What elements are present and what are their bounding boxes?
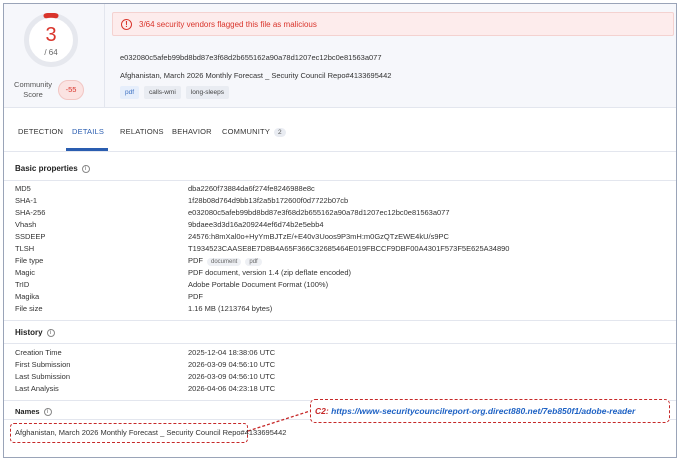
property-value: PDF (188, 292, 203, 301)
property-value: dba2260f73884da6f274fe8246988e8c (188, 184, 315, 193)
history-value: 2026-03-09 04:56:10 UTC (188, 372, 276, 381)
section-divider (4, 320, 676, 321)
history-key: Last Analysis (15, 384, 59, 393)
tab-detection[interactable]: DETECTION (18, 127, 63, 136)
virustotal-report-frame: 3 / 64 Community Score -55 ! 3/64 securi… (3, 3, 677, 458)
community-score-label: Community Score (14, 80, 52, 99)
alert-icon: ! (121, 19, 132, 30)
property-key: SSDEEP (15, 232, 46, 241)
basic-properties-title: Basic properties (15, 164, 78, 173)
tab-community[interactable]: COMMUNITY 2 (222, 127, 286, 137)
property-value: e032080c5afeb99bd8bd87e3f68d2b655162a90a… (188, 208, 450, 217)
history-row: Last Analysis 2026-04-06 04:23:18 UTC (4, 384, 676, 395)
names-title: Names (15, 407, 40, 416)
file-type-tag-pdf[interactable]: pdf (245, 258, 262, 266)
property-key: TLSH (15, 244, 35, 253)
c2-label: C2: (315, 406, 329, 416)
history-value: 2026-04-06 04:23:18 UTC (188, 384, 276, 393)
property-row: TrID Adobe Portable Document Format (100%… (4, 280, 676, 291)
file-hash: e032080c5afeb99bd8bd87e3f68d2b655162a90a… (120, 53, 382, 62)
history-title: History (15, 328, 43, 337)
community-count-badge: 2 (274, 128, 286, 137)
property-row: TLSH T1934523CAASE8E7D8B4A65F366C32685464… (4, 244, 676, 255)
property-value: PDF document, version 1.4 (zip deflate e… (188, 268, 352, 277)
section-divider (4, 343, 676, 344)
community-score-badge[interactable]: -55 (58, 80, 84, 100)
file-summary-header: 3 / 64 Community Score -55 ! 3/64 securi… (4, 4, 676, 108)
history-row: First Submission 2026-03-09 04:56:10 UTC (4, 360, 676, 371)
property-key: Magika (15, 292, 40, 301)
property-key: TrID (15, 280, 30, 289)
property-key: File type (15, 256, 44, 265)
property-row: SHA-256 e032080c5afeb99bd8bd87e3f68d2b655… (4, 208, 676, 219)
file-tags: pdf calls-wmi long-sleeps (120, 86, 230, 99)
property-row: File size 1.16 MB (1213764 bytes) (4, 304, 676, 315)
property-row: Magic PDF document, version 1.4 (zip defl… (4, 268, 676, 279)
tab-details[interactable]: DETAILS (72, 127, 104, 136)
c2-annotation: C2: https://www-securitycouncilreport-or… (315, 406, 635, 416)
detection-total: / 64 (44, 48, 58, 57)
info-icon[interactable]: i (46, 328, 55, 337)
property-value: 1.16 MB (1213764 bytes) (188, 304, 273, 313)
property-key: MD5 (15, 184, 31, 193)
tab-relations[interactable]: RELATIONS (120, 127, 164, 136)
tag-calls-wmi[interactable]: calls-wmi (144, 86, 181, 99)
history-row: Creation Time 2025-12-04 18:38:06 UTC (4, 348, 676, 359)
alert-text: 3/64 security vendors flagged this file … (139, 20, 317, 29)
detection-score-widget: 3 / 64 Community Score -55 (10, 8, 96, 104)
info-icon[interactable]: i (81, 164, 90, 173)
property-value: T1934523CAASE8E7D8B4A65F366C32685464E019… (188, 244, 510, 253)
report-tabs: DETECTION DETAILS RELATIONS BEHAVIOR COM… (4, 110, 676, 152)
property-key: SHA-256 (15, 208, 46, 217)
history-key: Creation Time (15, 348, 62, 357)
property-row: MD5 dba2260f73884da6f274fe8246988e8c (4, 184, 676, 195)
property-value: PDF document pdf (188, 256, 262, 266)
tab-community-label: COMMUNITY (222, 127, 271, 136)
malicious-alert-banner: ! 3/64 security vendors flagged this fil… (112, 12, 674, 36)
basic-properties-heading: Basic properties i (15, 164, 90, 173)
history-key: First Submission (15, 360, 71, 369)
file-name-entry[interactable]: Afghanistan, March 2026 Monthly Forecast… (15, 428, 286, 437)
history-heading: History i (15, 328, 55, 337)
property-row: SHA-1 1f28b08d764d9bb13f2a5b172600f0d7722… (4, 196, 676, 207)
file-type-value: PDF (188, 256, 203, 265)
community-score-value: -55 (65, 85, 77, 94)
property-value: Adobe Portable Document Format (100%) (188, 280, 329, 289)
tag-long-sleeps[interactable]: long-sleeps (185, 86, 230, 99)
history-value: 2025-12-04 18:38:06 UTC (188, 348, 276, 357)
info-icon[interactable]: i (43, 408, 52, 417)
history-value: 2026-03-09 04:56:10 UTC (188, 360, 276, 369)
file-name: Afghanistan, March 2026 Monthly Forecast… (120, 71, 392, 80)
section-divider (4, 180, 676, 181)
property-row: File type PDF document pdf (4, 256, 676, 267)
history-row: Last Submission 2026-03-09 04:56:10 UTC (4, 372, 676, 383)
header-divider (104, 4, 105, 108)
property-row: SSDEEP 24576:h8mXal0o+HyYmBJTzE/+E40v3Uoo… (4, 232, 676, 243)
property-value: 9bdaee3d3d16a209244ef6d74b2e5ebb4 (188, 220, 324, 229)
property-row: Magika PDF (4, 292, 676, 303)
property-key: SHA-1 (15, 196, 38, 205)
tag-pdf[interactable]: pdf (120, 86, 140, 99)
tab-behavior[interactable]: BEHAVIOR (172, 127, 212, 136)
property-value: 1f28b08d764d9bb13f2a5b172600f0d7722b07cb (188, 196, 349, 205)
property-key: Vhash (15, 220, 37, 229)
history-key: Last Submission (15, 372, 71, 381)
property-key: File size (15, 304, 43, 313)
c2-url: https://www-securitycouncilreport-org.di… (331, 406, 636, 416)
active-tab-indicator (66, 148, 108, 151)
property-key: Magic (15, 268, 36, 277)
file-type-tag-document[interactable]: document (207, 258, 242, 266)
names-heading: Names i (15, 407, 52, 417)
detection-count: 3 (45, 24, 57, 46)
property-row: Vhash 9bdaee3d3d16a209244ef6d74b2e5ebb4 (4, 220, 676, 231)
property-value: 24576:h8mXal0o+HyYmBJTzE/+E40v3Uoos9P3mH… (188, 232, 449, 241)
